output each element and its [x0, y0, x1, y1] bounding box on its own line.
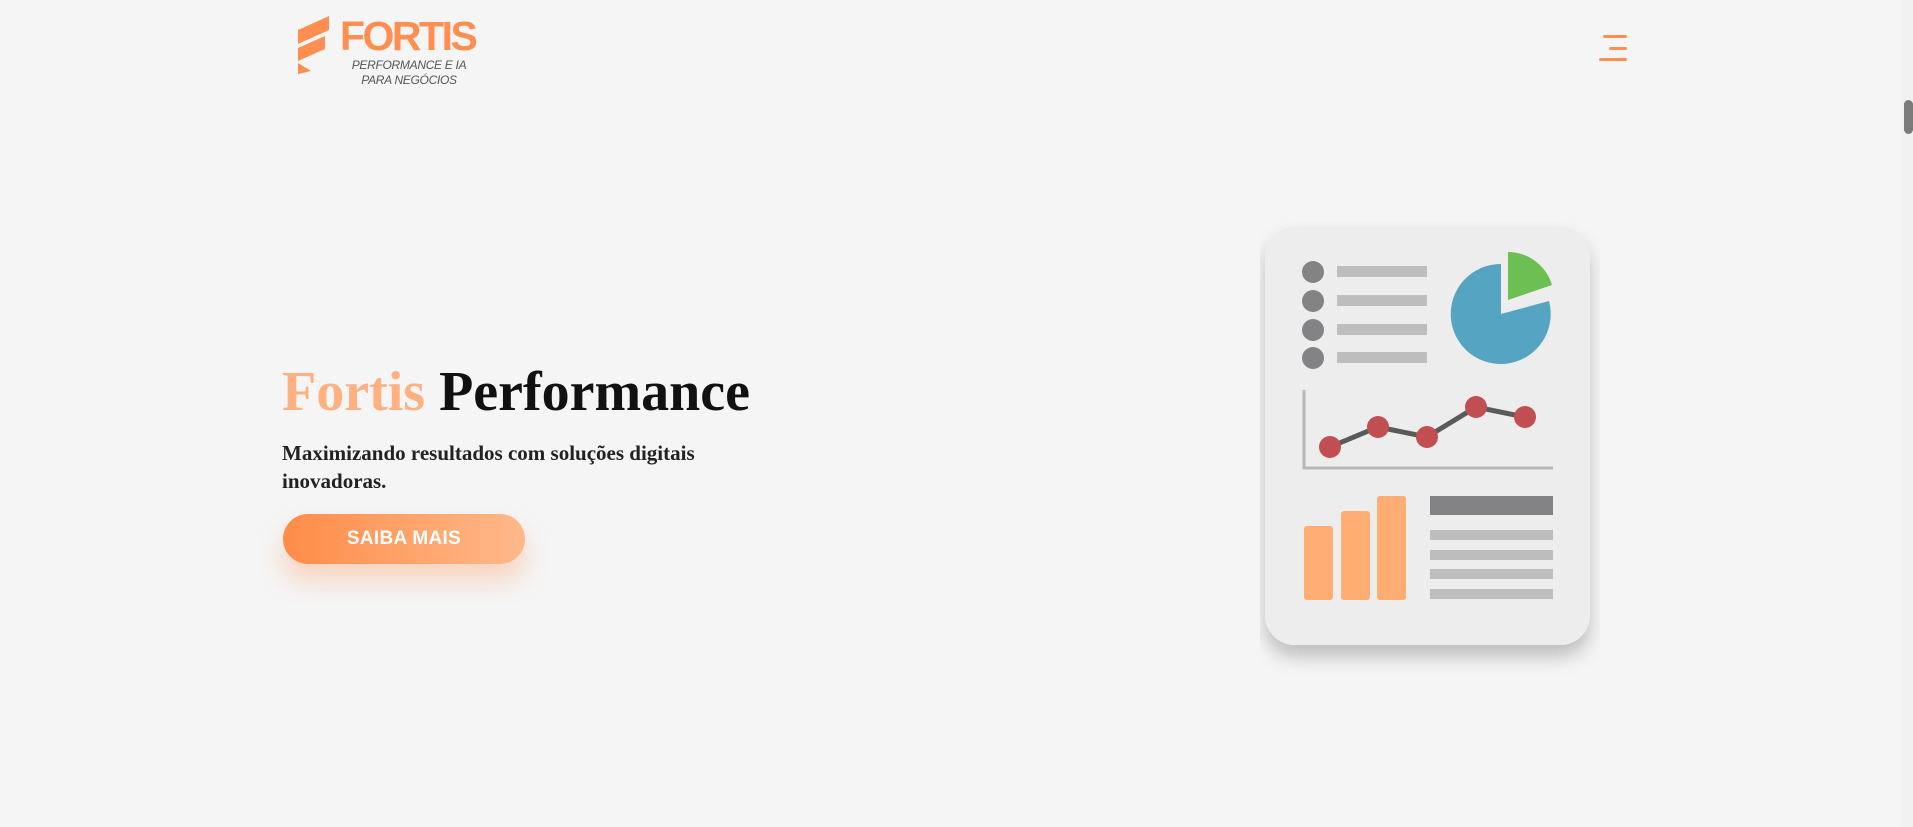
dashboard-report-illustration: [1265, 227, 1590, 645]
hero-title: Fortis Performance: [282, 360, 750, 424]
hero-title-rest: Performance: [425, 361, 750, 423]
brand-name: FORTIS: [340, 13, 478, 59]
brand-logo[interactable]: FORTIS PERFORMANCE E IA PARA NEGÓCIOS: [294, 13, 478, 90]
hero-title-accent: Fortis: [282, 361, 426, 423]
site-header: FORTIS PERFORMANCE E IA PARA NEGÓCIOS: [0, 0, 1900, 100]
saiba-mais-button[interactable]: SAIBA MAIS: [283, 514, 525, 564]
brand-tagline-line2: PARA NEGÓCIOS: [361, 73, 457, 87]
hamburger-menu-icon[interactable]: [1598, 35, 1630, 65]
brand-tagline: PERFORMANCE E IA PARA NEGÓCIOS: [334, 58, 484, 88]
hero-subtitle: Maximizando resultados com soluções digi…: [282, 441, 695, 493]
page-scrollbar[interactable]: [1901, 0, 1913, 827]
fortis-logo-icon: [298, 16, 329, 74]
brand-tagline-line1: PERFORMANCE E IA: [351, 58, 467, 72]
scrollbar-thumb[interactable]: [1904, 100, 1913, 134]
